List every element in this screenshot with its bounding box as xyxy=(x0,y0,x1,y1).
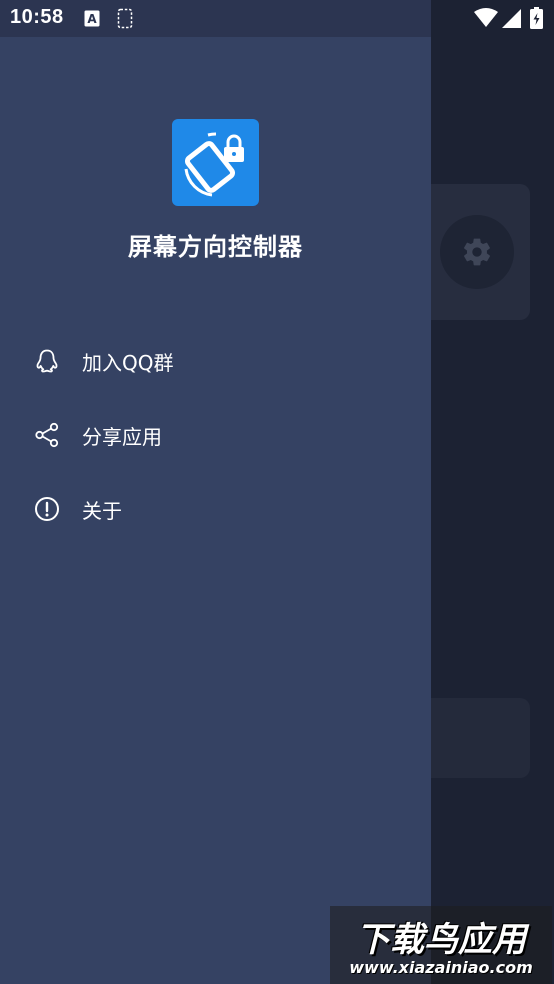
status-bar: 10:58 A xyxy=(0,0,554,37)
app-title: 屏幕方向控制器 xyxy=(128,233,303,261)
menu-item-join-qq-group[interactable]: 加入QQ群 xyxy=(0,324,431,398)
gear-icon xyxy=(464,238,490,266)
rotation-lock-icon xyxy=(184,132,244,197)
wifi-icon xyxy=(474,8,498,27)
watermark-url: www.xiazainiao.com xyxy=(349,958,533,977)
menu-item-label: 加入QQ群 xyxy=(82,350,174,375)
watermark: 下载鸟应用 www.xiazainiao.com xyxy=(330,906,552,984)
screen-rotation-icon xyxy=(117,8,133,29)
navigation-drawer: 屏幕方向控制器 加入QQ群 分享应用 关于 xyxy=(0,37,431,984)
share-icon xyxy=(34,422,60,448)
qq-icon xyxy=(34,348,60,374)
drawer-menu: 加入QQ群 分享应用 关于 xyxy=(0,324,431,546)
watermark-title: 下载鸟应用 xyxy=(356,920,526,960)
svg-text:A: A xyxy=(87,12,97,26)
settings-button xyxy=(440,215,514,289)
app-logo xyxy=(172,119,259,206)
status-time: 10:58 xyxy=(10,6,64,28)
menu-item-share-app[interactable]: 分享应用 xyxy=(0,398,431,472)
info-icon xyxy=(34,496,60,522)
battery-icon xyxy=(530,7,543,29)
text-a-icon: A xyxy=(84,10,100,27)
menu-item-label: 分享应用 xyxy=(82,424,162,449)
signal-icon xyxy=(502,9,521,28)
menu-item-about[interactable]: 关于 xyxy=(0,472,431,546)
menu-item-label: 关于 xyxy=(82,498,122,523)
